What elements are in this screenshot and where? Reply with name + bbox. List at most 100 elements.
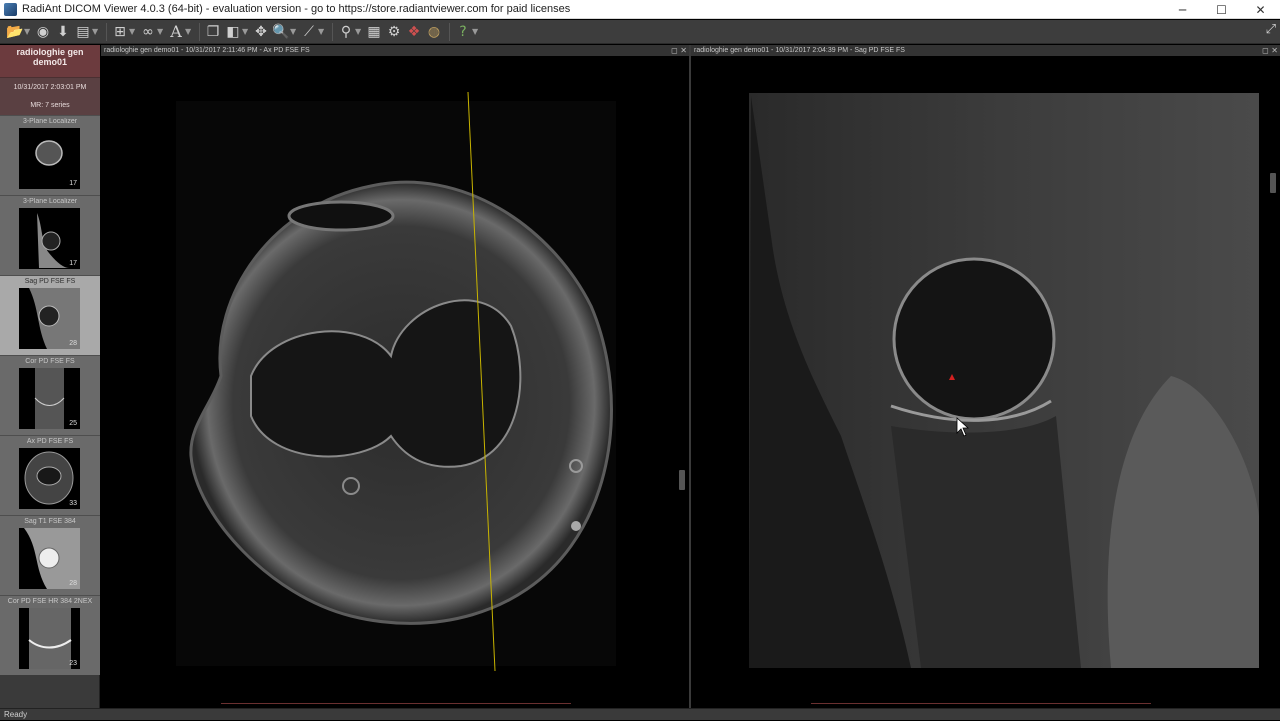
dropdown-arrow-icon: ▼ — [290, 27, 297, 36]
series-item[interactable]: Cor PD FSE FS 25 — [0, 355, 100, 435]
series-image-count: 28 — [69, 340, 77, 347]
series-thumbnail[interactable]: 25 — [19, 368, 80, 429]
viewport-header: radiologhie gen demo01 - 10/31/2017 2:04… — [691, 45, 1280, 56]
radiant-app-icon — [4, 2, 17, 16]
vessel-bright — [571, 521, 581, 531]
viewport-sagittal[interactable]: radiologhie gen demo01 - 10/31/2017 2:04… — [691, 45, 1280, 708]
window-controls: ─ ☐ ✕ — [1163, 0, 1280, 19]
series-label: Cor PD FSE HR 384 2NEX — [7, 598, 93, 605]
series-stack-icon: ❐ — [206, 23, 220, 40]
mpr-icon: ❖ — [407, 23, 421, 40]
measure-button[interactable]: ⟋ ▼ — [300, 22, 326, 42]
film-button[interactable]: ▦ — [365, 22, 383, 42]
series-thumbnail[interactable]: 23 — [19, 608, 80, 669]
reset-icon: ⚙ — [387, 23, 401, 40]
window-level-button[interactable]: ◧ ▼ — [224, 22, 250, 42]
scale-ruler — [221, 703, 571, 704]
window-title: RadiAnt DICOM Viewer 4.0.3 (64-bit) - ev… — [22, 3, 571, 15]
series-image-count: 33 — [69, 500, 77, 507]
viewport-header-buttons[interactable]: ◻ ✕ — [671, 45, 687, 56]
viewport-header-buttons[interactable]: ◻ ✕ — [1262, 45, 1278, 56]
sagittal-image — [749, 93, 1259, 668]
dropdown-arrow-icon: ▼ — [242, 27, 249, 36]
save-button[interactable]: ▤ ▼ — [74, 22, 100, 42]
viewport-header: radiologhie gen demo01 - 10/31/2017 2:11… — [101, 45, 689, 56]
series-item[interactable]: Ax PD FSE FS 33 — [0, 435, 100, 515]
study-series-count: MR: 7 series — [30, 102, 70, 109]
download-icon: ⬇ — [57, 23, 69, 40]
dropdown-arrow-icon: ▼ — [24, 27, 31, 36]
femoral-condyle — [892, 257, 1056, 421]
study-date: 10/31/2017 2:03:01 PM — [13, 84, 87, 91]
link-icon: ∞ — [142, 23, 154, 40]
series-thumbnail[interactable]: 33 — [19, 448, 80, 509]
axial-image — [176, 91, 616, 672]
series-thumbnail[interactable]: 17 — [19, 208, 80, 269]
fullscreen-icon[interactable]: ⤢ — [1266, 22, 1276, 37]
series-item[interactable]: Sag PD FSE FS 28 — [0, 275, 100, 355]
3d-cursor-icon: ⚲ — [340, 23, 352, 40]
series-image-count: 23 — [69, 660, 77, 667]
pan-button[interactable]: ✥ — [252, 22, 270, 42]
pan-icon: ✥ — [255, 23, 267, 40]
study-info[interactable]: 10/31/2017 2:03:01 PM MR: 7 series — [0, 77, 100, 115]
reset-button[interactable]: ⚙ — [385, 22, 403, 42]
zoom-icon: 🔍 — [272, 23, 290, 40]
3d-cursor-button[interactable]: ⚲ ▼ — [337, 22, 363, 42]
series-label: 3-Plane Localizer — [22, 198, 78, 205]
series-thumbnail[interactable]: 17 — [19, 128, 80, 189]
dropdown-arrow-icon: ▼ — [355, 27, 362, 36]
patella — [287, 200, 395, 232]
window-level-icon: ◧ — [226, 23, 240, 40]
open-button[interactable]: 📂 ▼ — [6, 22, 32, 42]
close-button[interactable]: ✕ — [1241, 0, 1280, 19]
dropdown-arrow-icon: ▼ — [318, 27, 325, 36]
dropdown-arrow-icon: ▼ — [157, 27, 164, 36]
patient-name[interactable]: radiologhie gen demo01 — [0, 45, 100, 77]
3d-volume-button[interactable]: ◍ — [425, 22, 443, 42]
layout-button[interactable]: ⊞ ▼ — [111, 22, 137, 42]
series-image-count: 25 — [69, 420, 77, 427]
layout-grid-icon: ⊞ — [114, 23, 126, 40]
series-label: Ax PD FSE FS — [26, 438, 74, 445]
film-icon: ▦ — [367, 23, 381, 40]
series-image-count: 17 — [69, 260, 77, 267]
series-sidebar: radiologhie gen demo01 10/31/2017 2:03:0… — [0, 45, 100, 708]
zoom-button[interactable]: 🔍 ▼ — [272, 22, 298, 42]
minimize-button[interactable]: ─ — [1163, 0, 1202, 19]
browse-series-button[interactable]: ❐ — [204, 22, 222, 42]
series-thumbnail[interactable]: 28 — [19, 528, 80, 589]
main-toolbar: 📂 ▼ ◉ ⬇ ▤ ▼ ⊞ ▼ ∞ ▼ A ▼ ❐ ◧ ▼ ✥ 🔍 ▼ ⟋ ▼ ⚲ ▼ ▦ ⚙ ❖… — [0, 20, 1280, 44]
series-image-count: 28 — [69, 580, 77, 587]
maximize-button[interactable]: ☐ — [1202, 0, 1241, 19]
series-list: 3-Plane Localizer 17 3-Plane Localizer 17 Sa… — [0, 115, 100, 675]
dropdown-arrow-icon: ▼ — [129, 27, 136, 36]
measure-line-icon: ⟋ — [304, 23, 314, 40]
help-button[interactable]: ? ▼ — [454, 22, 480, 42]
open-cd-button[interactable]: ◉ — [34, 22, 52, 42]
open-folder-icon: 📂 — [6, 23, 24, 40]
viewport-title: radiologhie gen demo01 - 10/31/2017 2:11… — [104, 47, 310, 54]
dropdown-arrow-icon: ▼ — [185, 27, 192, 36]
series-item[interactable]: Cor PD FSE HR 384 2NEX 23 — [0, 595, 100, 675]
series-item[interactable]: 3-Plane Localizer 17 — [0, 195, 100, 275]
series-label: 3-Plane Localizer — [22, 118, 78, 125]
download-button[interactable]: ⬇ — [54, 22, 72, 42]
annotation-button[interactable]: A ▼ — [167, 22, 193, 42]
series-label: Sag PD FSE FS — [24, 278, 76, 285]
viewport-scroll-handle[interactable] — [679, 470, 685, 490]
mpr-button[interactable]: ❖ — [405, 22, 423, 42]
save-icon: ▤ — [76, 23, 90, 40]
series-thumbnail[interactable]: 28 — [19, 288, 80, 349]
help-icon: ? — [459, 23, 467, 40]
3d-volume-icon: ◍ — [427, 23, 441, 40]
viewport-scroll-handle[interactable] — [1270, 173, 1276, 193]
dropdown-arrow-icon: ▼ — [92, 27, 99, 36]
toolbar-separator — [449, 22, 450, 41]
series-item[interactable]: 3-Plane Localizer 17 — [0, 115, 100, 195]
viewport-axial[interactable]: radiologhie gen demo01 - 10/31/2017 2:11… — [101, 45, 689, 708]
sync-button[interactable]: ∞ ▼ — [139, 22, 165, 42]
dropdown-arrow-icon: ▼ — [472, 27, 479, 36]
title-bar: RadiAnt DICOM Viewer 4.0.3 (64-bit) - ev… — [0, 0, 1280, 19]
series-item[interactable]: Sag T1 FSE 384 28 — [0, 515, 100, 595]
